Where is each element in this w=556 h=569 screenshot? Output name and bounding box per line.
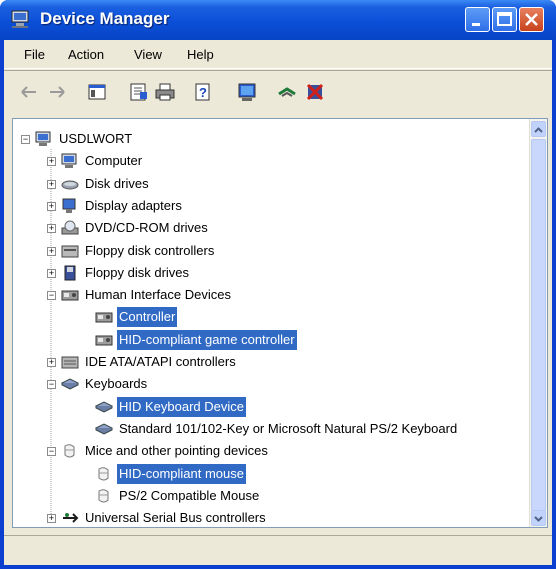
maximize-icon: [497, 12, 512, 26]
tree-item-label: Computer: [85, 153, 143, 169]
tree-item-label: Display adapters: [85, 197, 182, 213]
tree-item-label: Floppy disk controllers: [85, 242, 215, 258]
dvd-drive-icon: [61, 220, 79, 235]
show-hide-console-tree-icon[interactable]: [86, 81, 108, 103]
expand-icon[interactable]: +: [47, 201, 56, 211]
floppy-drive-icon: [64, 265, 76, 281]
ide-controller-icon: [61, 356, 79, 369]
expand-icon[interactable]: +: [47, 514, 56, 524]
status-bar: [4, 535, 552, 566]
tree-item-label: Universal Serial Bus controllers: [85, 510, 266, 526]
collapse-icon[interactable]: −: [21, 135, 30, 144]
expand-icon[interactable]: +: [47, 157, 56, 167]
collapse-icon[interactable]: −: [47, 380, 56, 390]
device-manager-window: Device Manager File Action View Help ? −…: [0, 0, 556, 569]
chevron-down-icon: [534, 516, 543, 522]
expand-icon[interactable]: +: [47, 358, 56, 367]
display-adapter-icon: [62, 198, 76, 213]
collapse-icon[interactable]: −: [47, 291, 56, 301]
scroll-thumb[interactable]: [531, 139, 546, 511]
hid-icon: [95, 312, 113, 323]
title-bar[interactable]: Device Manager: [0, 0, 556, 40]
uninstall-icon[interactable]: [304, 81, 326, 103]
hid-icon: [61, 290, 79, 301]
tree-item-label: Standard 101/102-Key or Microsoft Natura…: [119, 420, 458, 436]
scroll-down-button[interactable]: [531, 510, 546, 526]
disk-drive-icon: [61, 180, 79, 190]
mouse-icon: [98, 466, 109, 480]
print-icon[interactable]: [154, 81, 176, 103]
tree-item-label: HID-compliant mouse: [116, 462, 247, 485]
back-arrow-icon[interactable]: [18, 81, 40, 103]
toolbar: ?: [4, 70, 552, 113]
menu-file[interactable]: File: [24, 47, 45, 62]
menu-bar: File Action View Help: [4, 40, 552, 69]
menu-help[interactable]: Help: [187, 47, 214, 62]
device-tree[interactable]: − USDLWORT + Computer + Disk drives + Display a…: [12, 118, 548, 528]
usb-icon: [63, 513, 79, 523]
keyboard-icon: [61, 378, 79, 390]
properties-icon[interactable]: [128, 81, 150, 103]
update-driver-icon[interactable]: [276, 81, 298, 103]
tree-item-label: PS/2 Compatible Mouse: [119, 487, 260, 503]
collapse-icon[interactable]: −: [47, 447, 56, 457]
tree-item-label: Controller: [115, 306, 179, 329]
menu-action[interactable]: Action: [68, 47, 104, 62]
expand-icon[interactable]: +: [47, 224, 56, 234]
svg-text:?: ?: [199, 85, 207, 100]
floppy-controller-icon: [61, 245, 79, 257]
tree-item-label: HID Keyboard Device: [116, 395, 247, 418]
chevron-up-icon: [534, 127, 543, 133]
scan-hardware-icon[interactable]: [236, 81, 258, 103]
mouse-icon: [98, 489, 109, 503]
help-icon[interactable]: ?: [192, 81, 214, 103]
tree-item-label: IDE ATA/ATAPI controllers: [85, 354, 236, 369]
tree-item-label: Human Interface Devices: [85, 287, 231, 303]
tree-item-label: Mice and other pointing devices: [85, 443, 268, 459]
tree-item-label: Disk drives: [85, 175, 149, 191]
window-client-area: File Action View Help ? − USDLWORT + Comput…: [4, 40, 552, 565]
maximize-button[interactable]: [492, 7, 517, 32]
mouse-icon: [64, 444, 75, 458]
keyboard-icon: [95, 423, 113, 435]
minimize-button[interactable]: [465, 7, 490, 32]
expand-icon[interactable]: +: [47, 246, 56, 256]
close-button[interactable]: [519, 7, 544, 32]
minimize-icon: [472, 23, 480, 26]
expand-icon[interactable]: +: [47, 268, 56, 278]
vertical-scrollbar[interactable]: [529, 119, 547, 527]
computer-icon: [61, 153, 77, 169]
tree-item-label: DVD/CD-ROM drives: [85, 220, 208, 236]
tree-item-label: Keyboards: [85, 376, 148, 392]
computer-icon: [35, 131, 51, 146]
keyboard-icon: [95, 401, 113, 413]
hid-icon: [95, 335, 113, 346]
close-icon: [525, 13, 538, 26]
menu-view[interactable]: View: [134, 47, 162, 62]
expand-icon[interactable]: +: [47, 179, 56, 189]
scroll-up-button[interactable]: [531, 121, 546, 137]
tree-item-label: USDLWORT: [59, 131, 133, 146]
tree-item-label: HID-compliant game controller: [116, 328, 298, 351]
window-title: Device Manager: [40, 9, 170, 28]
tree-item-label: Floppy disk drives: [85, 264, 190, 280]
device-manager-icon: [11, 10, 29, 28]
forward-arrow-icon[interactable]: [46, 81, 68, 103]
